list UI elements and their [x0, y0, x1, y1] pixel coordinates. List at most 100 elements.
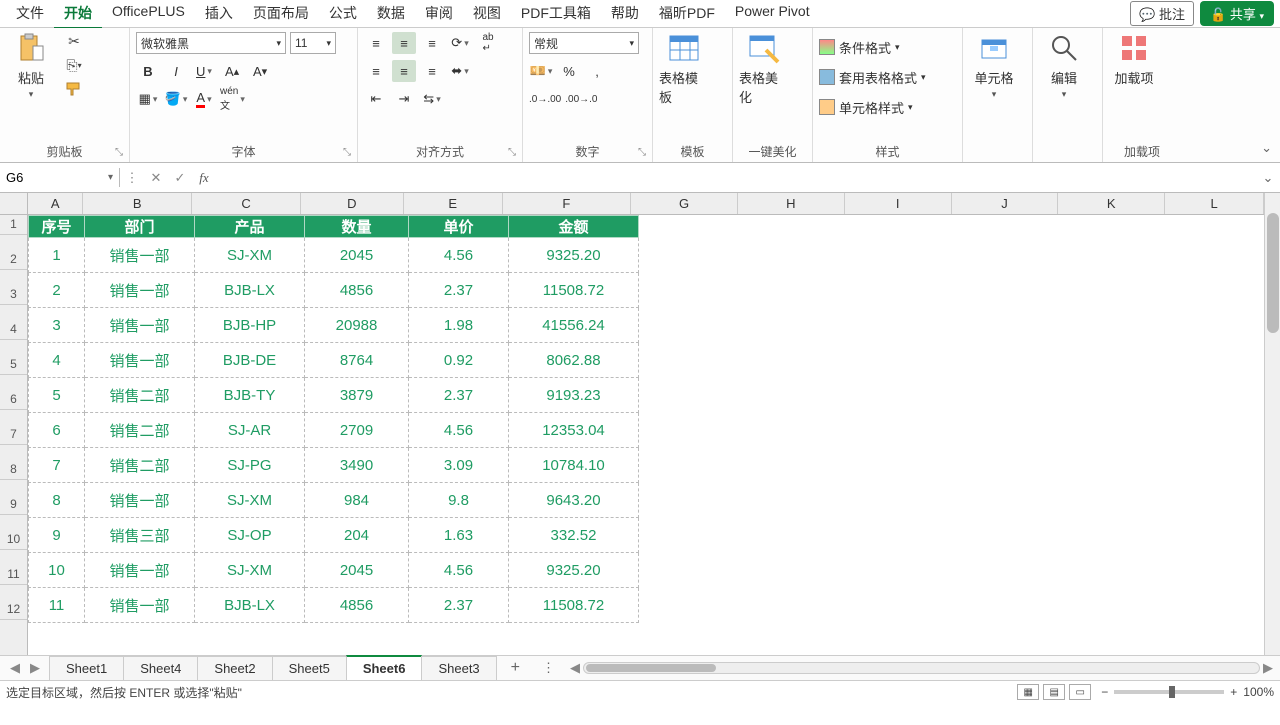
cut-button[interactable]: ✂: [62, 32, 86, 50]
row-header-3[interactable]: 3: [0, 270, 27, 305]
menu-item-9[interactable]: PDF工具箱: [511, 0, 601, 29]
italic-button[interactable]: I: [164, 60, 188, 82]
row-header-1[interactable]: 1: [0, 215, 27, 235]
sheet-tab-Sheet5[interactable]: Sheet5: [272, 656, 347, 680]
align-middle-button[interactable]: ≡: [392, 32, 416, 54]
align-left-button[interactable]: ≡: [364, 60, 388, 82]
ribbon-collapse-button[interactable]: ⌄: [1261, 140, 1272, 156]
fill-color-button[interactable]: 🪣▾: [164, 88, 188, 110]
number-launcher[interactable]: ⤡: [638, 147, 646, 158]
cells-button[interactable]: 单元格 ▾: [969, 32, 1019, 100]
addins-button[interactable]: 加载项: [1109, 32, 1159, 87]
comma-button[interactable]: ,: [585, 60, 609, 82]
table-row[interactable]: 2销售一部BJB-LX48562.3711508.72: [29, 273, 639, 308]
cancel-formula-button[interactable]: ✕: [144, 170, 168, 186]
menu-item-7[interactable]: 审阅: [415, 0, 463, 29]
table-template-button[interactable]: 表格模板: [659, 32, 709, 106]
row-header-2[interactable]: 2: [0, 235, 27, 270]
menu-item-6[interactable]: 数据: [367, 0, 415, 29]
menu-item-11[interactable]: 福昕PDF: [649, 0, 725, 29]
accounting-format-button[interactable]: 💴▾: [529, 60, 553, 82]
column-header-C[interactable]: C: [192, 193, 301, 214]
normal-view-button[interactable]: ▦: [1017, 684, 1039, 700]
underline-button[interactable]: U▾: [192, 60, 216, 82]
formula-input[interactable]: [216, 170, 1256, 185]
decrease-indent-button[interactable]: ⇤: [364, 88, 388, 110]
column-header-B[interactable]: B: [83, 193, 192, 214]
phonetic-button[interactable]: wén文▾: [220, 88, 245, 110]
increase-indent-button[interactable]: ⇥: [392, 88, 416, 110]
menu-item-3[interactable]: 插入: [195, 0, 243, 29]
row-header-12[interactable]: 12: [0, 585, 27, 620]
align-top-button[interactable]: ≡: [364, 32, 388, 54]
alignment-launcher[interactable]: ⤡: [508, 147, 516, 158]
row-header-6[interactable]: 6: [0, 375, 27, 410]
format-painter-button[interactable]: [62, 80, 86, 98]
table-row[interactable]: 3销售一部BJB-HP209881.9841556.24: [29, 308, 639, 343]
menu-item-4[interactable]: 页面布局: [243, 0, 319, 29]
table-row[interactable]: 1销售一部SJ-XM20454.569325.20: [29, 238, 639, 273]
table-header[interactable]: 金额: [509, 216, 639, 238]
editing-button[interactable]: 编辑 ▾: [1039, 32, 1089, 100]
table-row[interactable]: 11销售一部BJB-LX48562.3711508.72: [29, 588, 639, 623]
column-header-J[interactable]: J: [952, 193, 1059, 214]
fx-button[interactable]: fx: [192, 170, 216, 186]
zoom-level[interactable]: 100%: [1243, 685, 1274, 699]
conditional-format-button[interactable]: 条件格式 ▾: [819, 36, 926, 58]
bold-button[interactable]: B: [136, 60, 160, 82]
row-header-10[interactable]: 10: [0, 515, 27, 550]
menu-item-12[interactable]: Power Pivot: [725, 0, 820, 29]
table-header[interactable]: 产品: [195, 216, 305, 238]
menu-item-10[interactable]: 帮助: [601, 0, 649, 29]
number-format-select[interactable]: 常规▾: [529, 32, 639, 54]
row-header-8[interactable]: 8: [0, 445, 27, 480]
column-header-D[interactable]: D: [301, 193, 404, 214]
decrease-decimal-button[interactable]: .00→.0: [565, 88, 597, 110]
column-header-I[interactable]: I: [845, 193, 952, 214]
column-header-A[interactable]: A: [28, 193, 83, 214]
table-format-button[interactable]: 套用表格格式 ▾: [819, 66, 926, 88]
new-sheet-button[interactable]: +: [497, 659, 534, 677]
align-right-button[interactable]: ≡: [420, 60, 444, 82]
table-header[interactable]: 数量: [305, 216, 409, 238]
row-header-9[interactable]: 9: [0, 480, 27, 515]
text-direction-button[interactable]: ⇆▾: [420, 88, 444, 110]
sheet-tab-Sheet1[interactable]: Sheet1: [49, 656, 124, 680]
select-all-corner[interactable]: [0, 193, 28, 215]
font-size-select[interactable]: 11▾: [290, 32, 336, 54]
page-layout-button[interactable]: ▤: [1043, 684, 1065, 700]
wrap-text-button[interactable]: ab↵: [476, 32, 500, 54]
column-header-F[interactable]: F: [503, 193, 632, 214]
table-beautify-button[interactable]: 表格美化: [739, 32, 789, 106]
paste-button[interactable]: 粘贴 ▾: [6, 32, 56, 100]
borders-button[interactable]: ▦▾: [136, 88, 160, 110]
formula-expand-button[interactable]: ⌄: [1256, 170, 1280, 186]
column-header-G[interactable]: G: [631, 193, 738, 214]
copy-button[interactable]: ⎘▾: [62, 56, 86, 74]
menu-item-5[interactable]: 公式: [319, 0, 367, 29]
table-row[interactable]: 6销售二部SJ-AR27094.5612353.04: [29, 413, 639, 448]
font-name-select[interactable]: 微软雅黑▾: [136, 32, 286, 54]
zoom-in-button[interactable]: +: [1230, 685, 1237, 699]
table-header[interactable]: 单价: [409, 216, 509, 238]
row-header-11[interactable]: 11: [0, 550, 27, 585]
menu-item-0[interactable]: 文件: [6, 0, 54, 29]
row-header-5[interactable]: 5: [0, 340, 27, 375]
row-header-7[interactable]: 7: [0, 410, 27, 445]
column-header-L[interactable]: L: [1165, 193, 1264, 214]
menu-item-2[interactable]: OfficePLUS: [102, 0, 195, 29]
percent-button[interactable]: %: [557, 60, 581, 82]
table-row[interactable]: 8销售一部SJ-XM9849.89643.20: [29, 483, 639, 518]
align-center-button[interactable]: ≡: [392, 60, 416, 82]
table-row[interactable]: 5销售二部BJB-TY38792.379193.23: [29, 378, 639, 413]
zoom-slider[interactable]: [1114, 690, 1224, 694]
decrease-font-button[interactable]: A▾: [248, 60, 272, 82]
sheet-nav-prev[interactable]: ◀: [6, 660, 24, 676]
orientation-button[interactable]: ⟳▾: [448, 32, 472, 54]
sheet-tabs-menu[interactable]: ⋮: [534, 660, 563, 676]
column-header-E[interactable]: E: [404, 193, 503, 214]
increase-font-button[interactable]: A▴: [220, 60, 244, 82]
comment-button[interactable]: 💬 批注: [1130, 1, 1194, 26]
table-row[interactable]: 9销售三部SJ-OP2041.63332.52: [29, 518, 639, 553]
menu-item-1[interactable]: 开始: [54, 0, 102, 29]
